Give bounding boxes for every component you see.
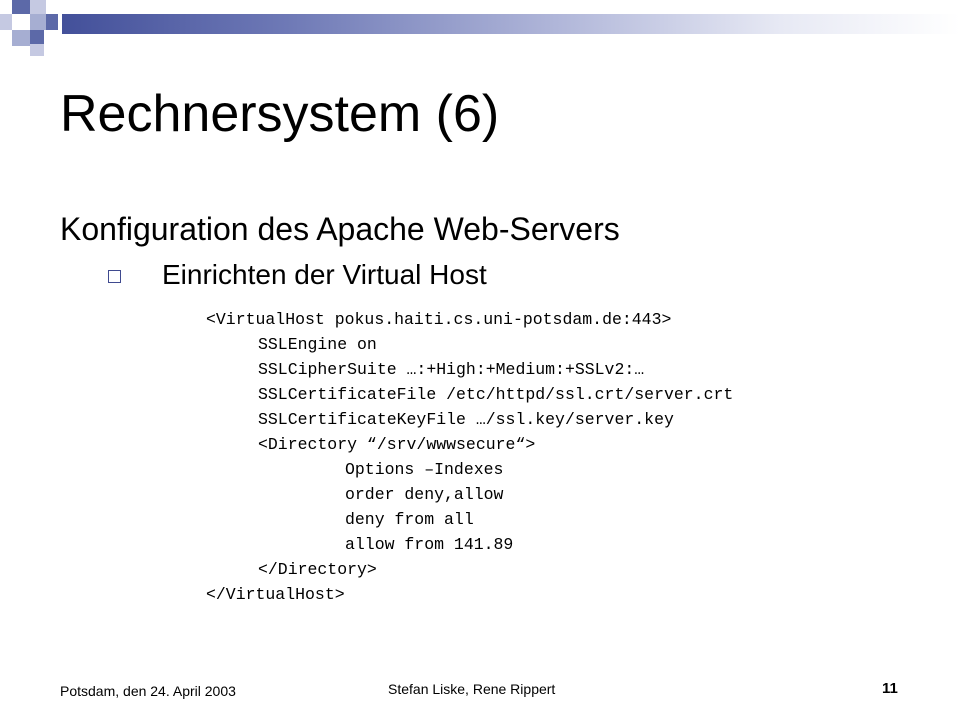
code-line: SSLCipherSuite …:+High:+Medium:+SSLv2:… [258, 360, 645, 379]
code-line: </Directory> [258, 560, 377, 579]
code-line: SSLCertificateKeyFile …/ssl.key/server.k… [258, 410, 674, 429]
code-line: allow from 141.89 [345, 535, 514, 554]
deco-square [12, 14, 30, 30]
page-number: 11 [882, 680, 898, 697]
code-line: SSLCertificateFile /etc/httpd/ssl.crt/se… [258, 385, 734, 404]
deco-square [30, 14, 46, 30]
footer-authors: Stefan Liske, Rene Rippert [388, 681, 556, 697]
deco-square [30, 44, 44, 56]
code-block: <VirtualHost pokus.haiti.cs.uni-potsdam.… [206, 307, 733, 607]
deco-square [12, 0, 30, 14]
code-line: SSLEngine on [258, 335, 377, 354]
deco-square [12, 30, 30, 46]
footer-date: Potsdam, den 24. April 2003 [60, 683, 236, 699]
deco-square [30, 30, 44, 44]
slide-subtitle: Konfiguration des Apache Web-Servers [60, 211, 620, 247]
code-line: Options –Indexes [345, 460, 504, 479]
code-line: <Directory “/srv/wwwsecure“> [258, 435, 536, 454]
code-line: </VirtualHost> [206, 585, 345, 604]
bullet-text: Einrichten der Virtual Host [162, 259, 487, 290]
square-bullet-icon [108, 270, 121, 283]
code-line: order deny,allow [345, 485, 504, 504]
deco-square [0, 14, 12, 30]
deco-square [30, 0, 46, 14]
header-gradient-bar [62, 14, 960, 34]
code-line: <VirtualHost pokus.haiti.cs.uni-potsdam.… [206, 310, 672, 329]
code-line: deny from all [345, 510, 474, 529]
deco-square [46, 14, 58, 30]
slide-title: Rechnersystem (6) [60, 85, 500, 143]
